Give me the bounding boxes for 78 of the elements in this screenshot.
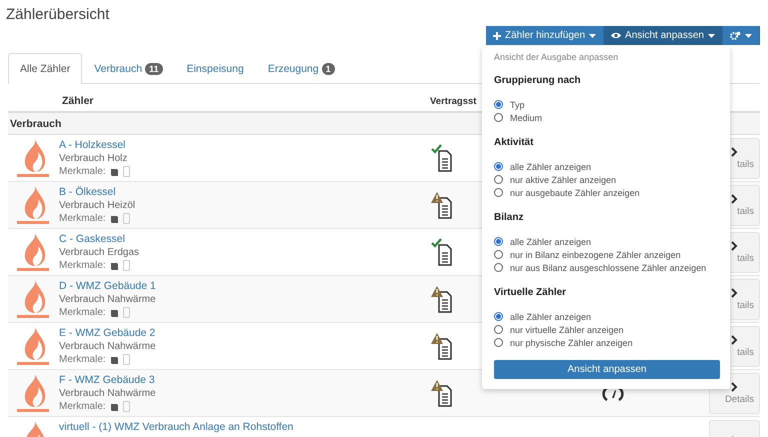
view-button[interactable]: Ansicht anpassen [604,26,723,45]
column-header: Zähler [62,95,95,107]
features-label: Merkmale: [58,307,106,318]
phone-icon [122,213,130,224]
menu-header: Ansicht der Ausgabe anpassen [494,52,620,62]
meter-description: Verbrauch Holz [58,153,128,164]
chevron-right-icon [730,382,738,392]
meter-link[interactable]: D - WMZ Gebäude 1 [58,280,414,292]
plus-icon [492,32,501,40]
meter-link[interactable]: C - Gaskessel [58,233,414,245]
caret-icon [589,34,596,38]
count-badge: 1 [322,63,335,75]
chevron-right-icon [730,288,738,298]
meter-link[interactable]: F - WMZ Gebäude 3 [58,374,414,386]
meter-description: Verbrauch Heizöl [58,200,136,211]
section-title: Aktivität [494,137,534,148]
chevron-right-icon [730,334,738,344]
flame-icon [17,373,50,413]
column-header: Vertragsst [430,96,476,106]
radio-option[interactable]: nur in Bilanz einbezogene Zähler anzeigen [494,248,681,261]
phone-icon [122,166,130,177]
radio-option[interactable]: nur virtuelle Zähler anzeigen [494,323,624,336]
meter-description: Verbrauch Nahwärme [58,294,157,305]
book-icon [110,214,119,222]
phone-icon [122,260,130,271]
features-label: Merkmale: [58,401,106,412]
book-icon [110,402,119,410]
section-title: Bilanz [494,212,524,223]
radio-option[interactable]: alle Zähler anzeigen [494,160,592,173]
caret-icon [745,34,752,38]
chevron-right-icon [730,194,738,204]
radio-option[interactable]: nur ausgebaute Zähler anzeigen [494,186,640,199]
flame-icon [17,326,50,366]
eye-icon [611,32,622,39]
radio-option[interactable]: Typ [494,98,525,111]
add-meter-button[interactable]: Zähler hinzufügen [486,26,604,45]
tab[interactable]: Alle Zähler [8,53,82,84]
flame-icon [17,232,50,272]
flame-icon [17,138,50,178]
book-icon [110,262,119,270]
tab[interactable]: Verbrauch 11 [82,53,175,84]
meter-description: Verbrauch Nahwärme [58,388,157,399]
caret-icon [708,34,715,38]
chevron-right-icon [730,146,738,156]
settings-button[interactable] [723,26,760,45]
phone-icon [122,401,130,412]
radio-option[interactable]: alle Zähler anzeigen [494,235,592,248]
meter-description: Verbrauch Nahwärme [58,341,157,352]
chevron-right-icon [730,240,738,250]
section-title: Virtuelle Zähler [494,287,568,298]
meter-link[interactable]: B - Ölkessel [58,186,414,198]
meter-link[interactable]: virtuell - (1) WMZ Verbrauch Anlage an Rohstoffen [58,421,414,433]
features-label: Merkmale: [58,354,106,365]
gears-icon [730,31,741,40]
meter-link[interactable]: E - WMZ Gebäude 2 [58,327,414,339]
meter-description: Verbrauch Erdgas [58,247,140,258]
page-title: Zählerübersicht [6,6,110,23]
features-label: Merkmale: [58,213,106,224]
flame-icon [17,279,50,319]
book-icon [110,168,119,176]
book-icon [110,308,119,316]
phone-icon [122,307,130,318]
tab[interactable]: Einspeisung [174,53,256,84]
features-label: Merkmale: [58,260,106,271]
radio-option[interactable]: nur aktive Zähler anzeigen [494,173,616,186]
section-title: Gruppierung nach [494,75,582,86]
tab[interactable]: Erzeugung 1 [256,53,347,84]
radio-option[interactable]: alle Zähler anzeigen [494,310,592,323]
phone-icon [122,354,130,365]
count-badge: 11 [145,63,163,75]
radio-option[interactable]: nur aus Bilanz ausgeschlossene Zähler anzeigen [494,261,706,274]
radio-option[interactable]: Medium [494,111,542,124]
book-icon [110,356,119,364]
apply-view-button[interactable]: Ansicht anpassen [494,360,720,379]
flame-icon [17,185,50,225]
meter-link[interactable]: A - Holzkessel [58,139,414,151]
radio-option[interactable]: nur physische Zähler anzeigen [494,336,633,349]
features-label: Merkmale: [58,166,106,177]
